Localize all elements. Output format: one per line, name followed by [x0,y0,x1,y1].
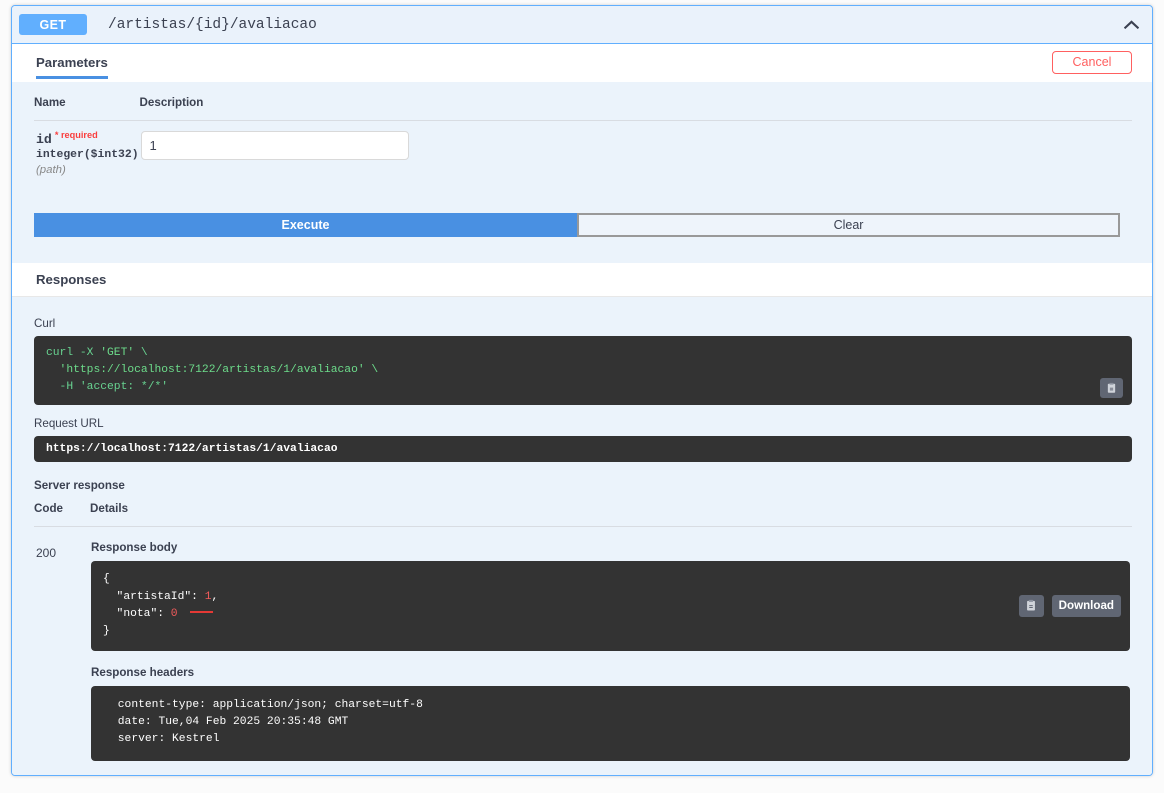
operation-summary-header[interactable]: GET /artistas/{id}/avaliacao [12,6,1152,44]
parameter-input-cell [140,121,1132,178]
server-response-details-cell: Response body { "artistaId": 1, "nota": … [90,527,1132,762]
responses-section-header: Responses [12,263,1152,297]
response-body-comma: , [211,590,219,603]
parameter-type: integer($int32) [36,149,139,161]
clipboard-copy-icon[interactable] [1018,595,1044,618]
curl-line-3: -H 'accept: */*' [46,381,169,394]
server-response-table: Code Details 200 Response body { "artist… [34,502,1132,761]
chevron-up-icon[interactable] [1120,14,1142,36]
response-header-server: server: Kestrel [111,733,220,746]
table-row: 200 Response body { "artistaId": 1, "not… [34,527,1132,762]
response-body-key-artistaid: "artistaId": [103,590,205,603]
response-body-value-nota: 0 [170,607,178,620]
server-response-col-details: Details [90,502,1132,528]
red-underline-marker [189,611,213,614]
curl-line-1-command: curl -X [46,347,101,359]
response-headers-label: Response headers [91,666,195,680]
response-header-content-type: content-type: application/json; charset=… [111,699,423,712]
response-body-close-brace: } [103,624,110,637]
server-response-label: Server response [34,479,125,493]
response-body-actions: Download [1018,595,1121,618]
parameter-name-cell: id * required integer($int32) (path) [34,121,140,178]
parameter-location: (path) [36,164,66,176]
response-header-date: date: Tue,04 Feb 2025 20:35:48 GMT [111,716,349,729]
operation-block-get-artistas-avaliacao: GET /artistas/{id}/avaliacao Parameters … [11,5,1153,776]
responses-body: Curl curl -X 'GET' \ 'https://localhost:… [12,297,1152,775]
request-url-label: Request URL [34,417,104,431]
cancel-button[interactable]: Cancel [1052,51,1132,74]
curl-label: Curl [34,317,56,330]
response-body-open-brace: { [103,573,110,586]
parameters-section: Name Description id * required integer($i… [12,82,1152,775]
curl-line-2: 'https://localhost:7122/artistas/1/avali… [46,364,379,377]
curl-line-1-continuation: \ [134,347,148,359]
clear-button[interactable]: Clear [577,213,1120,237]
server-response-header-row: Code Details [34,502,1132,528]
response-body-block: { "artistaId": 1, "nota": 0 } Download [91,561,1130,652]
response-headers-block: content-type: application/json; charset=… [91,686,1130,761]
tab-parameters-label: Parameters [36,55,108,70]
response-body-key-nota: "nota": [103,607,171,620]
parameter-name: id [36,132,52,147]
request-url-block: https://localhost:7122/artistas/1/avalia… [34,436,1132,463]
parameter-id-input[interactable] [140,131,409,160]
server-response-code: 200 [36,546,57,561]
tab-parameters[interactable]: Parameters [36,44,108,82]
parameters-col-description: Description [139,96,1132,121]
download-button[interactable]: Download [1051,595,1121,618]
parameters-table-header-row: Name Description [34,96,1132,121]
responses-section-title: Responses [36,272,107,287]
curl-line-1-method: 'GET' [100,347,135,359]
operation-tab-bar: Parameters Cancel [12,44,1152,82]
execute-button[interactable]: Execute [34,213,577,237]
clipboard-copy-icon[interactable] [1100,378,1123,399]
execute-row-wrapper: Execute Clear [12,213,1152,237]
parameter-required-flag: * required [54,130,98,140]
operation-path: /artistas/{id}/avaliacao [108,16,317,33]
swagger-ui-page: GET /artistas/{id}/avaliacao Parameters … [0,0,1164,793]
parameters-col-name: Name [34,96,140,121]
curl-code-block: curl -X 'GET' \ 'https://localhost:7122/… [34,336,1132,406]
parameters-table: Name Description id * required integer($i… [34,96,1132,177]
http-method-badge: GET [19,14,87,35]
response-body-label: Response body [91,541,178,555]
server-response-col-code: Code [34,502,90,528]
table-row: id * required integer($int32) (path) [34,121,1132,178]
